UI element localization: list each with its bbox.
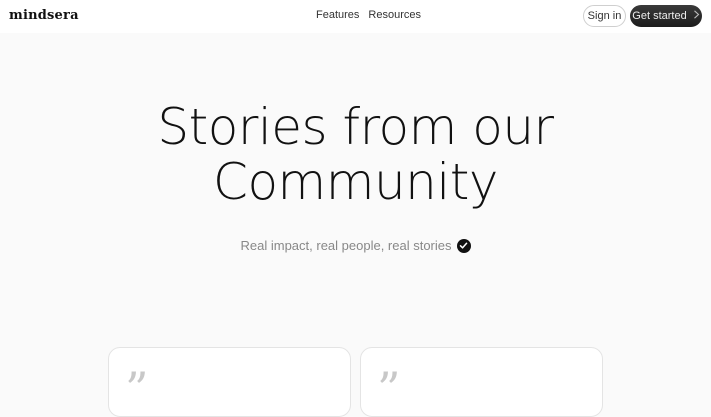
get-started-button[interactable]: Get started: [630, 5, 702, 27]
nav-item-resources[interactable]: Resources: [368, 9, 421, 21]
main-nav: Features Resources: [316, 9, 421, 21]
hero-subtitle: Real impact, real people, real stories: [0, 238, 711, 253]
quote-icon: ”: [125, 362, 149, 416]
top-navigation-bar: mindsera Features Resources Sign in Get …: [0, 0, 711, 33]
chevron-right-icon: [693, 10, 700, 22]
sign-in-label: Sign in: [587, 10, 622, 22]
quote-icon: ”: [377, 362, 401, 416]
get-started-label: Get started: [632, 10, 687, 22]
sign-in-button[interactable]: Sign in: [583, 5, 626, 27]
testimonial-card: ”: [108, 347, 351, 417]
testimonial-card: ”: [360, 347, 603, 417]
subtitle-text: Real impact, real people, real stories: [240, 238, 452, 253]
nav-item-features[interactable]: Features: [316, 9, 359, 21]
page-title-line-2: Community: [213, 153, 498, 211]
page-title-line-1: Stories from our: [157, 98, 554, 156]
logo[interactable]: mindsera: [9, 8, 79, 23]
verified-check-icon: [456, 238, 471, 253]
page-title: Stories from our Community: [0, 100, 711, 210]
